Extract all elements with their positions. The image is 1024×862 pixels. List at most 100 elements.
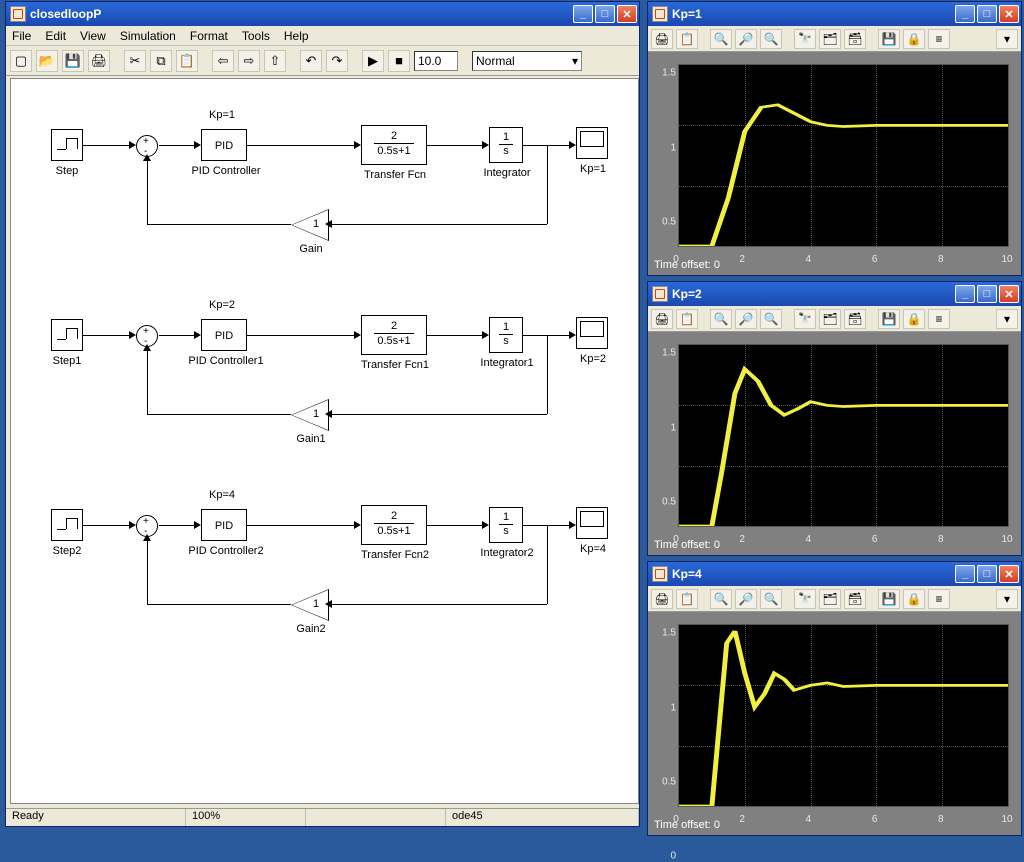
autoscale-icon[interactable]: 🔭 xyxy=(794,29,816,49)
zoom-in-icon[interactable]: 🔍 xyxy=(710,309,732,329)
pid-block[interactable]: PID xyxy=(201,129,247,161)
save-axes-icon[interactable]: 🗂 xyxy=(819,589,841,609)
save-icon[interactable]: 💾 xyxy=(62,50,84,72)
undo-icon[interactable]: ↶ xyxy=(300,50,322,72)
gain-label: Gain1 xyxy=(291,433,331,445)
autoscale-icon[interactable]: 🔭 xyxy=(794,589,816,609)
maximize-button[interactable]: □ xyxy=(977,565,997,583)
close-button[interactable]: ✕ xyxy=(999,5,1019,23)
scope-block[interactable] xyxy=(576,127,608,159)
step-block[interactable] xyxy=(51,129,83,161)
tf-label: Transfer Fcn2 xyxy=(355,549,435,561)
up-icon[interactable]: ⇧ xyxy=(264,50,286,72)
status-zoom: 100% xyxy=(186,809,306,826)
params-icon[interactable]: 📋 xyxy=(676,309,698,329)
maximize-button[interactable]: □ xyxy=(977,5,997,23)
maximize-button[interactable]: □ xyxy=(977,285,997,303)
print-icon[interactable]: 🖨 xyxy=(651,29,673,49)
minimize-button[interactable]: _ xyxy=(955,5,975,23)
print-icon[interactable]: 🖨 xyxy=(651,589,673,609)
pid-block[interactable]: PID xyxy=(201,509,247,541)
chevron-icon[interactable]: ▾ xyxy=(996,29,1018,49)
simulink-titlebar[interactable]: closedloopP _ □ ✕ xyxy=(6,2,639,26)
integrator-block[interactable]: 1s xyxy=(489,507,523,543)
save-axes-icon[interactable]: 🗂 xyxy=(819,309,841,329)
transfer-fcn-block[interactable]: 20.5s+1 xyxy=(361,505,427,545)
close-button[interactable]: ✕ xyxy=(999,285,1019,303)
zoom-x-icon[interactable]: 🔎 xyxy=(735,29,757,49)
menu-format[interactable]: Format xyxy=(190,29,228,43)
step-block[interactable] xyxy=(51,319,83,351)
params-icon[interactable]: 📋 xyxy=(676,29,698,49)
floating-icon[interactable]: 💾 xyxy=(878,309,900,329)
new-icon[interactable]: ▢ xyxy=(10,50,32,72)
zoom-y-icon[interactable]: 🔍 xyxy=(760,29,782,49)
restore-axes-icon[interactable]: 🗃 xyxy=(844,589,866,609)
scope-axes[interactable] xyxy=(678,624,1009,807)
zoom-y-icon[interactable]: 🔍 xyxy=(760,589,782,609)
zoom-x-icon[interactable]: 🔎 xyxy=(735,309,757,329)
paste-icon[interactable]: 📋 xyxy=(176,50,198,72)
pid-block[interactable]: PID xyxy=(201,319,247,351)
scope-axes[interactable] xyxy=(678,344,1009,527)
open-icon[interactable]: 📂 xyxy=(36,50,58,72)
restore-axes-icon[interactable]: 🗃 xyxy=(844,29,866,49)
save-axes-icon[interactable]: 🗂 xyxy=(819,29,841,49)
signal-sel-icon[interactable]: ≡ xyxy=(928,29,950,49)
stop-time-input[interactable] xyxy=(414,51,458,71)
floating-icon[interactable]: 💾 xyxy=(878,29,900,49)
stop-icon[interactable]: ■ xyxy=(388,50,410,72)
menu-help[interactable]: Help xyxy=(284,29,309,43)
redo-icon[interactable]: ↷ xyxy=(326,50,348,72)
scope-block[interactable] xyxy=(576,507,608,539)
integrator-block[interactable]: 1s xyxy=(489,317,523,353)
lock-icon[interactable]: 🔒 xyxy=(903,29,925,49)
time-offset-label: Time offset: 0 xyxy=(654,259,720,271)
menu-file[interactable]: File xyxy=(12,29,31,43)
play-icon[interactable]: ▶ xyxy=(362,50,384,72)
zoom-in-icon[interactable]: 🔍 xyxy=(710,29,732,49)
scope-titlebar[interactable]: Kp=2 _ □ ✕ xyxy=(648,282,1021,306)
step-label: Step1 xyxy=(51,355,83,367)
zoom-y-icon[interactable]: 🔍 xyxy=(760,309,782,329)
autoscale-icon[interactable]: 🔭 xyxy=(794,309,816,329)
copy-icon[interactable]: ⧉ xyxy=(150,50,172,72)
restore-axes-icon[interactable]: 🗃 xyxy=(844,309,866,329)
chevron-icon[interactable]: ▾ xyxy=(996,589,1018,609)
scope-titlebar[interactable]: Kp=1 _ □ ✕ xyxy=(648,2,1021,26)
menu-view[interactable]: View xyxy=(80,29,106,43)
lock-icon[interactable]: 🔒 xyxy=(903,309,925,329)
transfer-fcn-block[interactable]: 20.5s+1 xyxy=(361,315,427,355)
lock-icon[interactable]: 🔒 xyxy=(903,589,925,609)
status-bar: Ready 100% ode45 xyxy=(6,808,639,826)
print-icon[interactable]: 🖨 xyxy=(651,309,673,329)
integrator-block[interactable]: 1s xyxy=(489,127,523,163)
params-icon[interactable]: 📋 xyxy=(676,589,698,609)
maximize-button[interactable]: □ xyxy=(595,5,615,23)
menu-edit[interactable]: Edit xyxy=(45,29,66,43)
menu-simulation[interactable]: Simulation xyxy=(120,29,176,43)
scope-block[interactable] xyxy=(576,317,608,349)
floating-icon[interactable]: 💾 xyxy=(878,589,900,609)
back-icon[interactable]: ⇦ xyxy=(212,50,234,72)
chevron-icon[interactable]: ▾ xyxy=(996,309,1018,329)
scope-titlebar[interactable]: Kp=4 _ □ ✕ xyxy=(648,562,1021,586)
signal-sel-icon[interactable]: ≡ xyxy=(928,589,950,609)
zoom-x-icon[interactable]: 🔎 xyxy=(735,589,757,609)
close-button[interactable]: ✕ xyxy=(617,5,637,23)
scope-axes[interactable] xyxy=(678,64,1009,247)
simulation-mode-select[interactable]: Normal ▾ xyxy=(472,51,582,71)
close-button[interactable]: ✕ xyxy=(999,565,1019,583)
minimize-button[interactable]: _ xyxy=(573,5,593,23)
signal-sel-icon[interactable]: ≡ xyxy=(928,309,950,329)
transfer-fcn-block[interactable]: 20.5s+1 xyxy=(361,125,427,165)
cut-icon[interactable]: ✂ xyxy=(124,50,146,72)
zoom-in-icon[interactable]: 🔍 xyxy=(710,589,732,609)
minimize-button[interactable]: _ xyxy=(955,565,975,583)
minimize-button[interactable]: _ xyxy=(955,285,975,303)
forward-icon[interactable]: ⇨ xyxy=(238,50,260,72)
print-icon[interactable]: 🖨 xyxy=(88,50,110,72)
model-canvas[interactable]: Kp=1 Step +- PID PID Controller 20.5s+1 … xyxy=(10,78,639,804)
menu-tools[interactable]: Tools xyxy=(242,29,270,43)
step-block[interactable] xyxy=(51,509,83,541)
